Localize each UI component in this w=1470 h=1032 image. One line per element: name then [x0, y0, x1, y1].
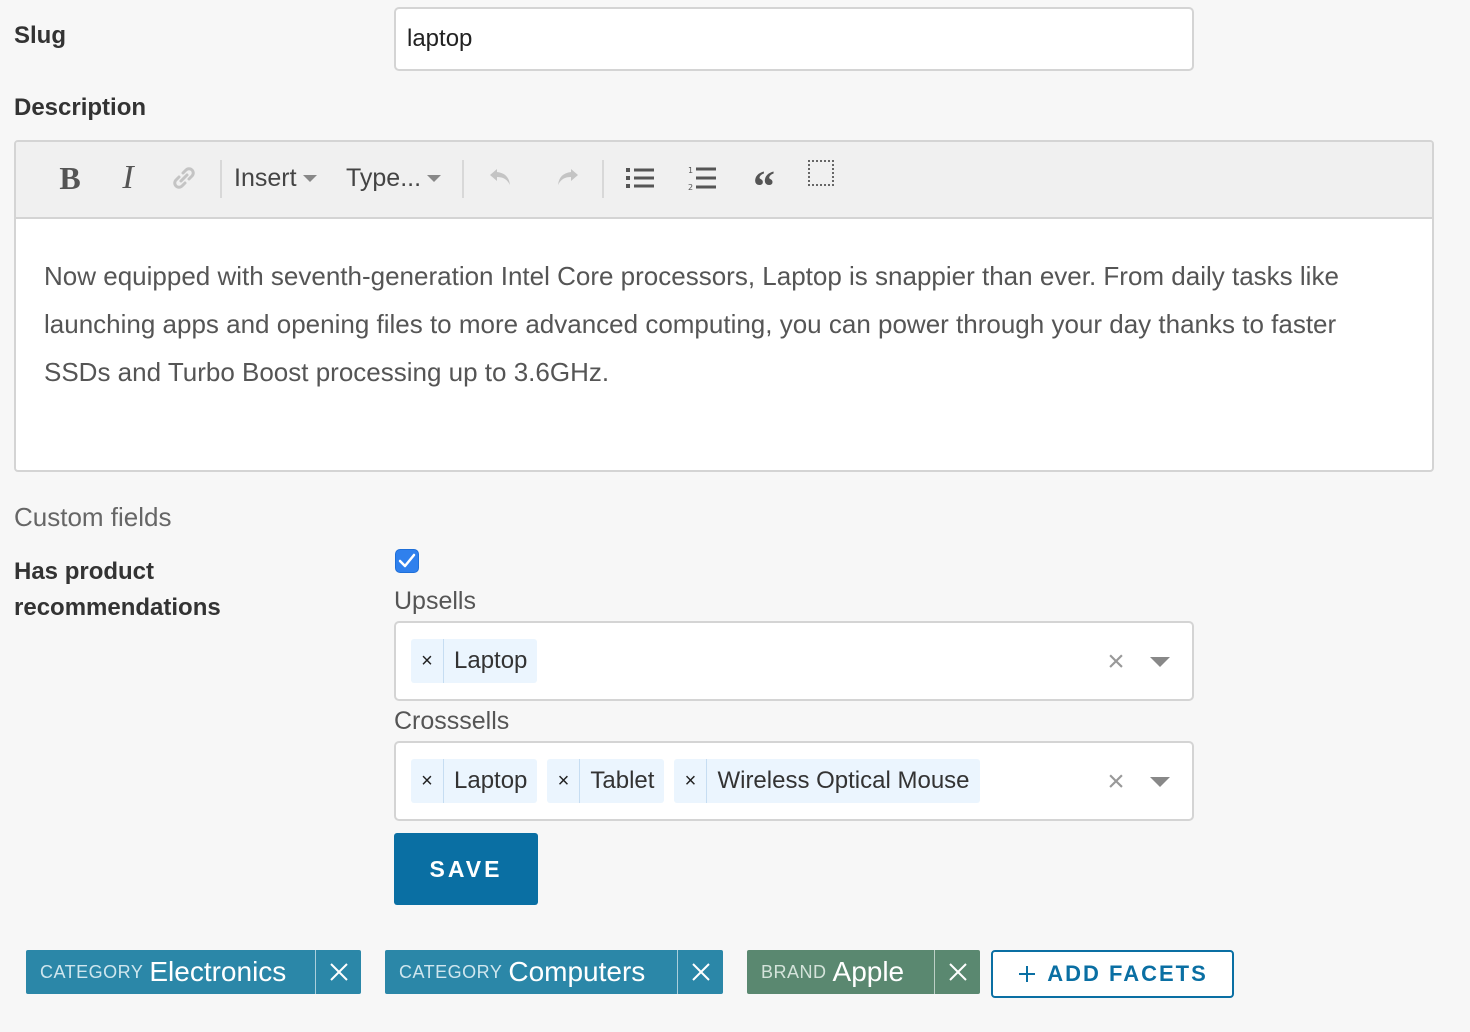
insert-label: Insert [234, 163, 297, 192]
description-label: Description [14, 94, 147, 121]
remove-facet-icon[interactable] [315, 950, 361, 994]
block-icon[interactable] [808, 160, 834, 186]
crosssell-tag: × Laptop [411, 759, 538, 803]
slug-input[interactable] [394, 7, 1194, 71]
facet-chip: BRAND Apple [747, 950, 980, 994]
custom-fields-heading: Custom fields [14, 502, 172, 532]
crosssells-select[interactable]: × Laptop × Tablet × Wireless Optical Mou… [394, 741, 1194, 821]
type-label: Type... [346, 163, 422, 192]
blockquote-icon[interactable]: “ [744, 156, 784, 211]
add-facets-label: ADD FACETS [1047, 961, 1208, 986]
toolbar-divider [602, 160, 604, 198]
numbered-list-icon[interactable]: 12 [682, 156, 722, 200]
add-facets-button[interactable]: ADD FACETS [991, 950, 1234, 998]
bold-button[interactable]: B [52, 156, 88, 200]
svg-text:1: 1 [688, 166, 693, 175]
save-button[interactable]: SAVE [394, 833, 538, 905]
description-text[interactable]: Now equipped with seventh-generation Int… [44, 252, 1384, 396]
bullet-list-icon[interactable] [620, 156, 660, 200]
tag-label: Laptop [454, 647, 528, 674]
toolbar-divider [462, 160, 464, 198]
upsell-tag: × Laptop [411, 639, 538, 683]
plus-icon [1019, 966, 1036, 982]
description-editor: B I Insert Type... 12 “ Now equipped wit… [14, 140, 1434, 472]
clear-icon[interactable]: × [1104, 645, 1128, 679]
facet-value: Electronics [149, 956, 287, 987]
crosssell-tag: × Tablet [547, 759, 665, 803]
chevron-down-icon [427, 174, 442, 182]
facet-key: BRAND [761, 961, 827, 982]
has-recommendations-checkbox[interactable] [395, 549, 419, 573]
svg-text:2: 2 [688, 183, 693, 191]
insert-dropdown[interactable]: Insert [234, 156, 326, 200]
has-recommendations-label: Has product recommendations [14, 558, 221, 621]
facet-value: Computers [508, 956, 646, 987]
facet-chip: CATEGORY Computers [385, 950, 723, 994]
link-icon[interactable] [166, 156, 202, 200]
editor-toolbar: B I Insert Type... 12 “ [16, 142, 1432, 219]
chevron-down-icon [302, 174, 317, 182]
remove-tag-icon[interactable]: × [411, 759, 444, 803]
remove-facet-icon[interactable] [934, 950, 980, 994]
tag-label: Wireless Optical Mouse [717, 767, 970, 794]
crosssells-label: Crosssells [394, 707, 510, 735]
crosssell-tag: × Wireless Optical Mouse [674, 759, 980, 803]
facet-key: CATEGORY [40, 961, 144, 982]
facet-value: Apple [832, 956, 905, 987]
facet-chip: CATEGORY Electronics [26, 950, 361, 994]
check-icon [398, 553, 416, 568]
redo-icon[interactable] [548, 156, 586, 200]
facet-key: CATEGORY [399, 961, 503, 982]
remove-tag-icon[interactable]: × [547, 759, 581, 803]
undo-icon[interactable] [482, 156, 520, 200]
clear-icon[interactable]: × [1104, 765, 1128, 799]
upsells-label: Upsells [394, 587, 476, 615]
remove-facet-icon[interactable] [677, 950, 723, 994]
italic-button[interactable]: I [110, 156, 146, 200]
chevron-down-icon[interactable] [1150, 657, 1170, 667]
chevron-down-icon[interactable] [1150, 777, 1170, 787]
remove-tag-icon[interactable]: × [411, 639, 444, 683]
slug-label: Slug [14, 22, 66, 49]
toolbar-divider [220, 160, 222, 198]
tag-label: Laptop [454, 767, 528, 794]
upsells-select[interactable]: × Laptop × [394, 621, 1194, 701]
remove-tag-icon[interactable]: × [674, 759, 708, 803]
type-dropdown[interactable]: Type... [346, 156, 450, 200]
tag-label: Tablet [590, 767, 655, 794]
